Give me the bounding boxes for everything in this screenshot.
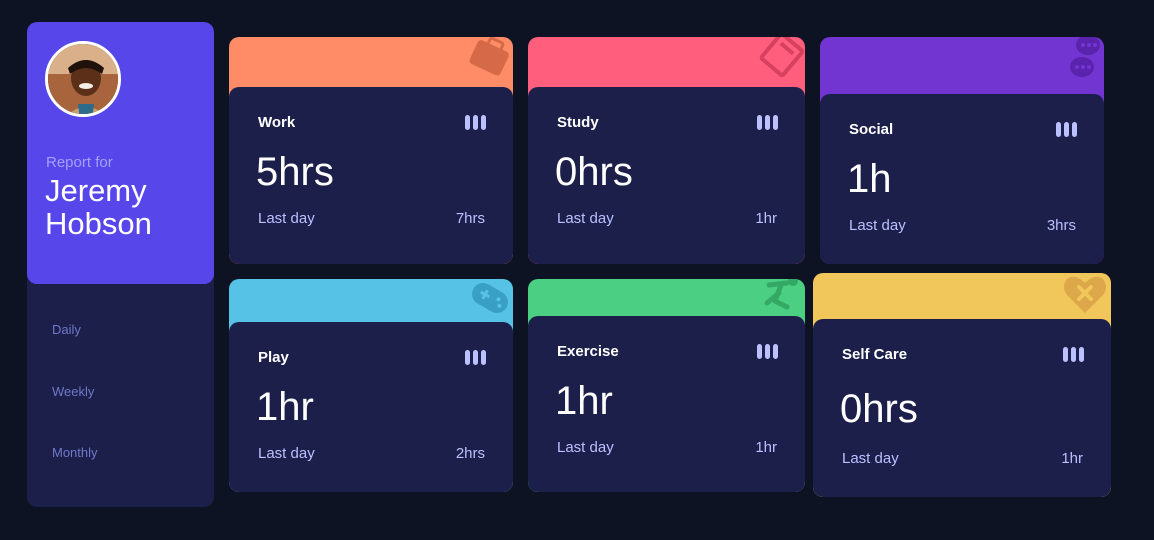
card-body: Play 1hr Last day 2hrs bbox=[229, 322, 513, 492]
profile-panel: Report for Jeremy Hobson Daily Weekly Mo… bbox=[27, 22, 214, 507]
chat-icon bbox=[1064, 37, 1104, 91]
card-title: Self Care bbox=[842, 346, 908, 363]
card-exercise: Exercise 1hr Last day 1hr bbox=[528, 279, 805, 492]
card-play: Play 1hr Last day 2hrs bbox=[229, 279, 513, 492]
card-title: Play bbox=[258, 349, 289, 366]
gamepad-icon bbox=[467, 279, 513, 327]
card-body: Study 0hrs Last day 1hr bbox=[528, 87, 805, 264]
previous-label: Last day bbox=[849, 217, 906, 234]
ellipsis-icon[interactable] bbox=[1063, 347, 1084, 362]
previous-hours: 1hr bbox=[755, 439, 777, 456]
previous-hours: 1hr bbox=[1061, 450, 1083, 467]
period-daily[interactable]: Daily bbox=[52, 322, 81, 337]
card-work: Work 5hrs Last day 7hrs bbox=[229, 37, 513, 264]
previous-label: Last day bbox=[258, 445, 315, 462]
card-body: Social 1h Last day 3hrs bbox=[820, 94, 1104, 264]
ellipsis-icon[interactable] bbox=[1056, 122, 1077, 137]
running-icon bbox=[759, 279, 805, 317]
previous-hours: 1hr bbox=[755, 210, 777, 227]
ellipsis-icon[interactable] bbox=[465, 350, 486, 365]
card-self-care: Self Care 0hrs Last day 1hr bbox=[813, 273, 1111, 497]
card-title: Exercise bbox=[557, 343, 619, 360]
current-hours: 1h bbox=[847, 157, 892, 201]
previous-label: Last day bbox=[258, 210, 315, 227]
period-monthly[interactable]: Monthly bbox=[52, 445, 98, 460]
card-body: Self Care 0hrs Last day 1hr bbox=[813, 319, 1111, 497]
report-for-label: Report for bbox=[46, 154, 113, 171]
previous-hours: 2hrs bbox=[455, 445, 485, 462]
previous-hours: 7hrs bbox=[455, 210, 485, 227]
previous-label: Last day bbox=[842, 450, 899, 467]
profile-header: Report for Jeremy Hobson bbox=[27, 22, 214, 284]
previous-label: Last day bbox=[557, 439, 614, 456]
user-name: Jeremy Hobson bbox=[45, 173, 152, 241]
card-title: Study bbox=[557, 114, 599, 131]
card-body: Exercise 1hr Last day 1hr bbox=[528, 316, 805, 492]
current-hours: 5hrs bbox=[256, 150, 334, 194]
current-hours: 0hrs bbox=[555, 150, 633, 194]
heart-icon bbox=[1059, 273, 1111, 323]
card-title: Social bbox=[849, 121, 894, 138]
card-study: Study 0hrs Last day 1hr bbox=[528, 37, 805, 264]
avatar bbox=[45, 41, 121, 117]
ellipsis-icon[interactable] bbox=[757, 115, 778, 130]
ellipsis-icon[interactable] bbox=[757, 344, 778, 359]
card-social: Social 1h Last day 3hrs bbox=[820, 37, 1104, 264]
previous-label: Last day bbox=[557, 210, 614, 227]
ellipsis-icon[interactable] bbox=[465, 115, 486, 130]
briefcase-icon bbox=[467, 37, 513, 85]
previous-hours: 3hrs bbox=[1046, 217, 1076, 234]
card-body: Work 5hrs Last day 7hrs bbox=[229, 87, 513, 264]
card-title: Work bbox=[258, 114, 296, 131]
dashboard: Report for Jeremy Hobson Daily Weekly Mo… bbox=[0, 0, 1154, 540]
book-icon bbox=[759, 37, 805, 85]
current-hours: 1hr bbox=[256, 385, 314, 429]
current-hours: 0hrs bbox=[840, 387, 918, 431]
current-hours: 1hr bbox=[555, 379, 613, 423]
period-weekly[interactable]: Weekly bbox=[52, 384, 94, 399]
